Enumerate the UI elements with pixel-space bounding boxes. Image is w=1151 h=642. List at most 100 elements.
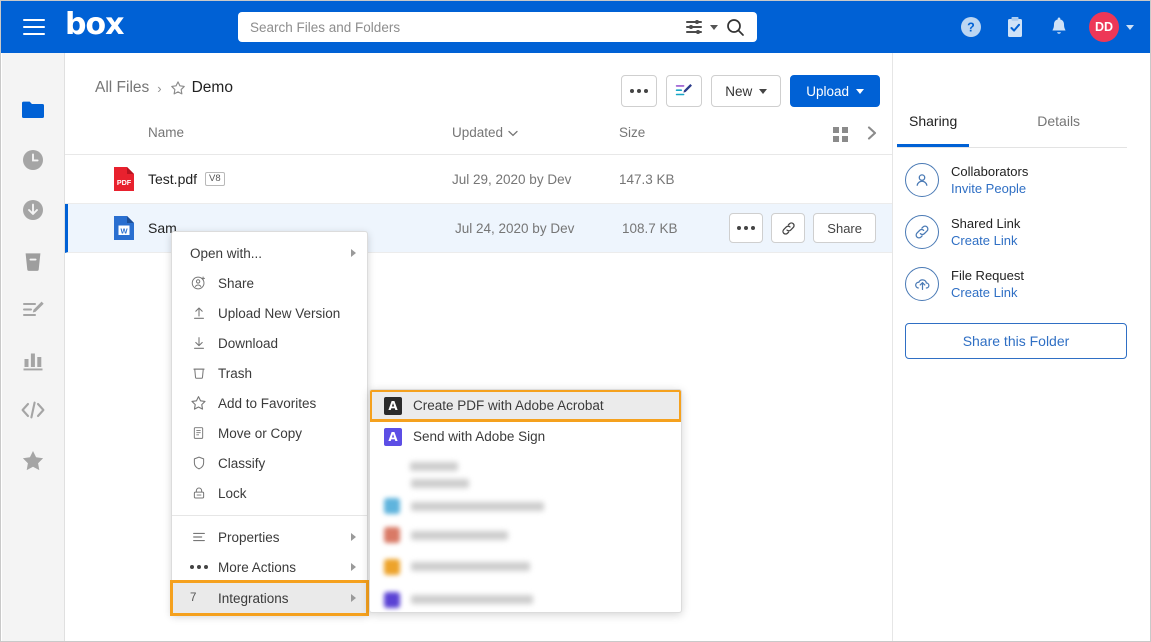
file-list-header: Name Updated Size [65, 113, 892, 155]
menu-item-label: Classify [218, 455, 266, 471]
menu-item-properties[interactable]: Properties [172, 522, 367, 552]
chevron-down-icon [856, 88, 864, 94]
search-input[interactable] [238, 13, 686, 41]
invite-people-link[interactable]: Invite People [951, 181, 1028, 196]
top-navigation-bar: box ? [1, 1, 1150, 53]
sidebar-item-all-files[interactable] [2, 85, 65, 135]
box-logo[interactable]: box [65, 10, 124, 40]
sidebar-item-trash[interactable] [2, 235, 65, 285]
sidebar-item-reports[interactable] [2, 335, 65, 385]
help-icon[interactable]: ? [949, 16, 993, 38]
redacted-menu-item[interactable] [370, 550, 681, 583]
share-this-folder-button[interactable]: Share this Folder [905, 323, 1127, 359]
submenu-item-create-pdf-adobe-acrobat[interactable]: A Create PDF with Adobe Acrobat [370, 390, 681, 422]
bell-icon[interactable] [1037, 17, 1081, 38]
tab-underline [897, 147, 1127, 148]
row-shared-link-button[interactable] [771, 213, 806, 243]
menu-item-more-actions[interactable]: More Actions [172, 552, 367, 582]
menu-item-share[interactable]: Share [172, 268, 367, 298]
sharing-row-collaborators: Collaborators Invite People [905, 163, 1028, 197]
avatar[interactable]: DD [1089, 12, 1119, 42]
sidebar-item-synced[interactable] [2, 185, 65, 235]
file-context-menu: Open with... Share Upload New Version Do… [170, 231, 369, 616]
redacted-text [410, 461, 458, 471]
menu-item-move-or-copy[interactable]: Move or Copy [172, 418, 367, 448]
redacted-menu-item[interactable] [370, 583, 681, 612]
redacted-text [411, 478, 469, 488]
more-options-button[interactable] [621, 75, 658, 107]
redacted-menu-item[interactable] [370, 458, 681, 474]
version-badge[interactable]: V8 [205, 172, 225, 186]
create-link-file-request[interactable]: Create Link [951, 285, 1024, 300]
chevron-right-icon [351, 533, 356, 541]
star-outline-icon [190, 395, 207, 412]
column-header-name[interactable]: Name [148, 125, 184, 140]
new-note-button[interactable] [666, 75, 703, 107]
share-user-icon [190, 275, 207, 292]
menu-item-label: Open with... [190, 245, 263, 261]
chevron-down-icon[interactable] [710, 24, 718, 30]
submenu-item-send-with-adobe-sign[interactable]: A Send with Adobe Sign [370, 421, 681, 452]
redacted-icon [384, 527, 400, 543]
menu-item-lock[interactable]: Lock [172, 478, 367, 508]
redacted-menu-item[interactable] [370, 474, 681, 492]
menu-item-integrations[interactable]: 7 Integrations [170, 580, 369, 616]
menu-item-trash[interactable]: Trash [172, 358, 367, 388]
column-header-updated[interactable]: Updated [452, 125, 518, 140]
breadcrumb-separator: › [157, 80, 162, 96]
chevron-right-icon [351, 249, 356, 257]
row-more-options-button[interactable] [729, 213, 764, 243]
right-sidebar: Sharing Details Collaborators Invite Peo… [892, 53, 1150, 641]
tab-details[interactable]: Details [1037, 113, 1080, 147]
chevron-down-icon[interactable] [1126, 24, 1134, 30]
download-icon [190, 335, 207, 352]
chevron-right-icon[interactable] [866, 125, 878, 144]
row-share-button[interactable]: Share [813, 213, 876, 243]
redacted-text [411, 562, 530, 571]
hamburger-icon[interactable] [23, 19, 45, 35]
menu-item-label: Lock [218, 485, 247, 501]
copy-icon [190, 425, 207, 442]
file-name[interactable]: Test.pdf V8 [148, 171, 225, 187]
menu-item-label: Add to Favorites [218, 395, 317, 411]
upload-button[interactable]: Upload [790, 75, 880, 107]
sharing-title: Shared Link [951, 216, 1021, 231]
redacted-menu-item[interactable] [370, 492, 681, 520]
tab-sharing[interactable]: Sharing [896, 113, 970, 147]
menu-item-add-to-favorites[interactable]: Add to Favorites [172, 388, 367, 418]
menu-item-download[interactable]: Download [172, 328, 367, 358]
menu-divider [172, 515, 367, 516]
sidebar-item-recents[interactable] [2, 135, 65, 185]
column-header-size[interactable]: Size [619, 125, 645, 140]
sidebar-item-dev-console[interactable] [2, 385, 65, 435]
link-icon [905, 215, 939, 249]
menu-item-label: More Actions [218, 559, 297, 575]
table-row[interactable]: PDF Test.pdf V8 Jul 29, 2020 by Dev 147.… [65, 155, 892, 204]
new-button[interactable]: New [711, 75, 782, 107]
svg-text:W: W [120, 226, 128, 235]
redacted-menu-item[interactable] [370, 520, 681, 550]
menu-item-label: Integrations [218, 590, 289, 606]
star-outline-icon[interactable] [170, 80, 186, 96]
breadcrumb-all-files[interactable]: All Files [95, 79, 149, 97]
create-link-shared[interactable]: Create Link [951, 233, 1020, 248]
sidebar-item-favorites[interactable] [2, 435, 65, 485]
sidebar-item-notes[interactable] [2, 285, 65, 335]
ellipsis-icon [630, 89, 649, 93]
chevron-right-icon [351, 563, 356, 571]
menu-item-open-with[interactable]: Open with... [172, 238, 367, 268]
menu-item-label: Upload New Version [218, 305, 341, 321]
shield-icon [190, 455, 207, 472]
search-icon[interactable] [726, 18, 745, 37]
clipboard-check-icon[interactable] [993, 16, 1037, 39]
top-bar-actions: ? DD [949, 1, 1134, 53]
redacted-icon [384, 591, 400, 608]
cloud-upload-icon [905, 267, 939, 301]
menu-item-classify[interactable]: Classify [172, 448, 367, 478]
grid-view-icon[interactable] [833, 127, 848, 142]
sharing-title: File Request [951, 268, 1024, 283]
lock-icon [190, 485, 207, 502]
search-filter-icon[interactable] [686, 19, 704, 34]
menu-item-upload-new-version[interactable]: Upload New Version [172, 298, 367, 328]
folder-toolbar: New Upload [621, 75, 880, 107]
